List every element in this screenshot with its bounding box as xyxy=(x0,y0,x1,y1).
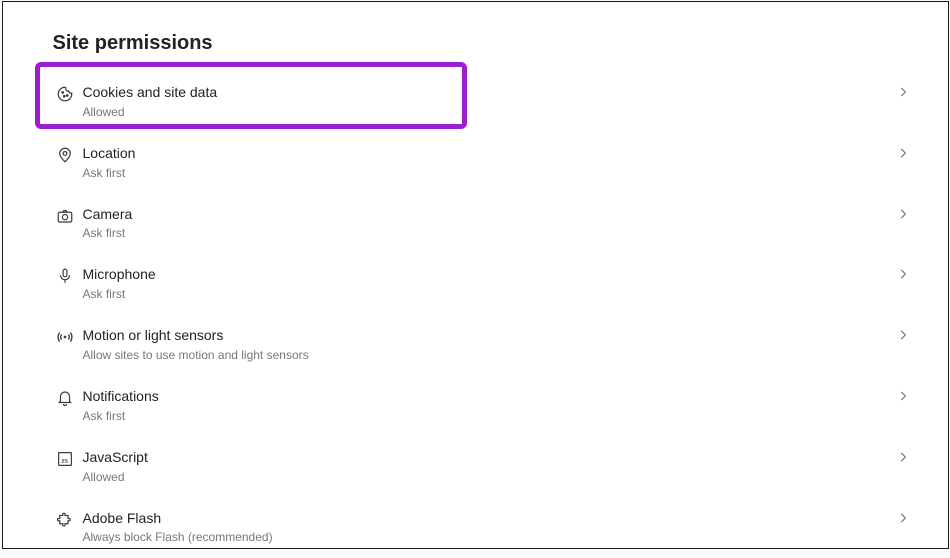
row-texts: Notifications Ask first xyxy=(83,388,868,423)
row-location[interactable]: Location Ask first xyxy=(47,135,868,194)
row-motion-light-sensors[interactable]: Motion or light sensors Allow sites to u… xyxy=(47,317,868,376)
row-camera[interactable]: Camera Ask first xyxy=(47,196,868,255)
chevron-right-icon xyxy=(896,389,910,408)
chevron-right-icon xyxy=(896,146,910,165)
chevron-right-icon xyxy=(896,267,910,286)
row-subtitle: Ask first xyxy=(83,287,868,301)
javascript-icon: JS xyxy=(47,450,83,468)
row-adobe-flash[interactable]: Adobe Flash Always block Flash (recommen… xyxy=(47,500,868,558)
chevron-right-icon xyxy=(896,207,910,226)
row-texts: Motion or light sensors Allow sites to u… xyxy=(83,327,868,362)
location-icon xyxy=(47,146,83,164)
permissions-list: Cookies and site data Allowed Location A… xyxy=(47,74,868,558)
puzzle-icon xyxy=(47,511,83,529)
row-title: Notifications xyxy=(83,388,868,405)
row-subtitle: Always block Flash (recommended) xyxy=(83,530,868,544)
row-javascript[interactable]: JS JavaScript Allowed xyxy=(47,439,868,498)
row-title: Location xyxy=(83,145,868,162)
row-cookies-and-site-data[interactable]: Cookies and site data Allowed xyxy=(47,74,868,133)
row-title: Adobe Flash xyxy=(83,510,868,527)
microphone-icon xyxy=(47,267,83,285)
row-subtitle: Allowed xyxy=(83,470,868,484)
row-title: Cookies and site data xyxy=(83,84,868,101)
row-subtitle: Ask first xyxy=(83,226,868,240)
chevron-right-icon xyxy=(896,450,910,469)
chevron-right-icon xyxy=(896,328,910,347)
chevron-right-icon xyxy=(896,85,910,104)
row-notifications[interactable]: Notifications Ask first xyxy=(47,378,868,437)
row-texts: Cookies and site data Allowed xyxy=(83,84,868,119)
row-subtitle: Allowed xyxy=(83,105,868,119)
row-subtitle: Allow sites to use motion and light sens… xyxy=(83,348,868,362)
row-texts: Location Ask first xyxy=(83,145,868,180)
row-subtitle: Ask first xyxy=(83,409,868,423)
settings-panel: Site permissions Cookies and site data A… xyxy=(2,1,949,549)
row-title: JavaScript xyxy=(83,449,868,466)
camera-icon xyxy=(47,207,83,225)
row-title: Motion or light sensors xyxy=(83,327,868,344)
row-texts: Camera Ask first xyxy=(83,206,868,241)
row-title: Microphone xyxy=(83,266,868,283)
motion-sensor-icon xyxy=(47,328,83,346)
row-microphone[interactable]: Microphone Ask first xyxy=(47,256,868,315)
row-texts: Adobe Flash Always block Flash (recommen… xyxy=(83,510,868,545)
cookie-icon xyxy=(47,85,83,103)
bell-icon xyxy=(47,389,83,407)
chevron-right-icon xyxy=(896,511,910,530)
row-subtitle: Ask first xyxy=(83,166,868,180)
row-texts: JavaScript Allowed xyxy=(83,449,868,484)
row-texts: Microphone Ask first xyxy=(83,266,868,301)
row-title: Camera xyxy=(83,206,868,223)
page-title: Site permissions xyxy=(53,32,213,55)
svg-text:JS: JS xyxy=(60,458,67,465)
